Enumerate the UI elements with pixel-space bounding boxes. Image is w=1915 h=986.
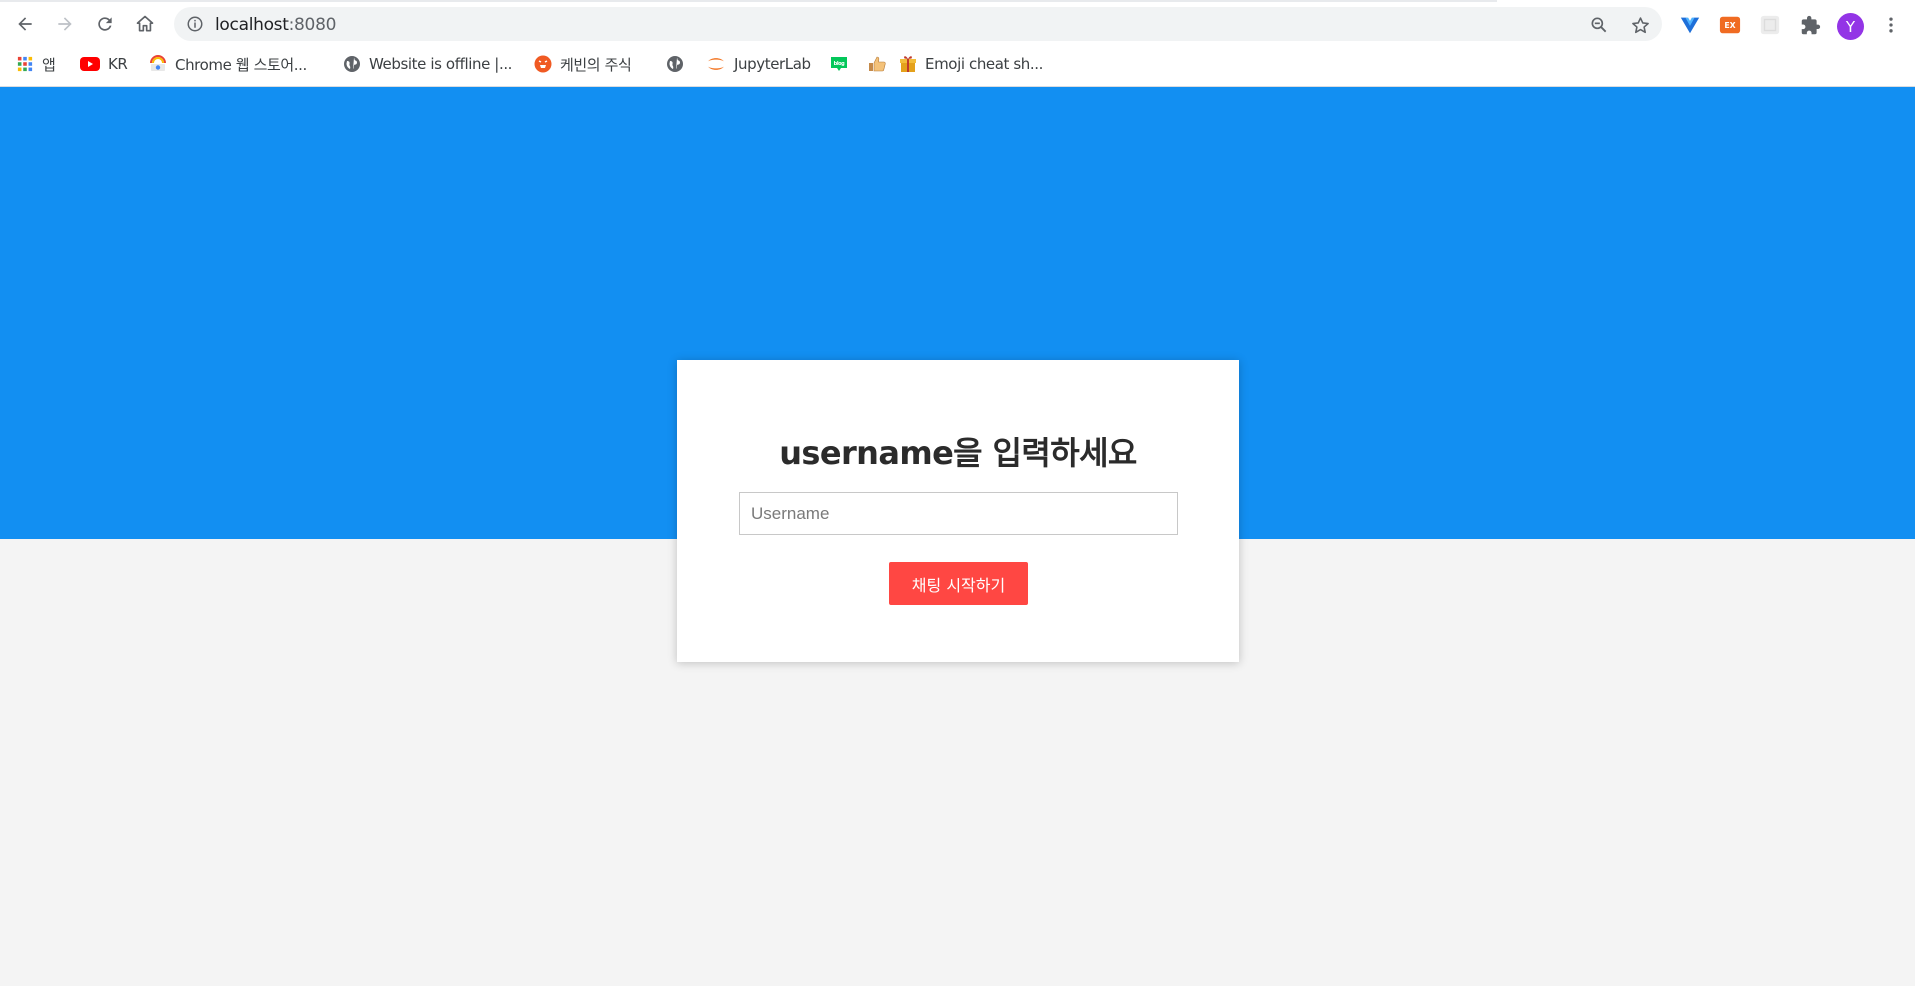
blank-extension[interactable] <box>1758 13 1782 37</box>
bookmark-thumbs-up[interactable] <box>868 53 894 75</box>
bookmark-apps[interactable]: 앱 <box>16 53 56 75</box>
username-card: username을 입력하세요 채팅 시작하기 <box>677 360 1239 662</box>
bookmark-globe[interactable] <box>666 53 692 75</box>
bookmark-blog[interactable]: blog <box>829 53 857 75</box>
bookmark-chrome-web-store[interactable]: Chrome 웹 스토어... <box>149 53 307 75</box>
bookmark-label: KR <box>108 55 128 73</box>
forward-button[interactable] <box>52 11 78 37</box>
browser-toolbar: localhost:8080 EX Y <box>0 4 1915 44</box>
blog-icon: blog <box>829 55 849 73</box>
url-text: localhost:8080 <box>215 15 336 35</box>
bookmark-label: 케빈의 주식 <box>560 55 632 74</box>
thumbs-up-icon <box>868 55 886 73</box>
zoom-button[interactable] <box>1588 14 1610 36</box>
browser-chrome: localhost:8080 EX Y 앱 KR Chrome 웹 스토어...… <box>0 0 1915 87</box>
url-port: :8080 <box>288 15 337 35</box>
bookmark-youtube-kr[interactable]: KR <box>80 53 128 75</box>
browser-menu-button[interactable] <box>1879 13 1903 37</box>
bookmarks-bar: 앱 KR Chrome 웹 스토어... Website is offline … <box>0 49 1915 79</box>
ex-extension-icon: EX <box>1719 16 1741 34</box>
bookmark-emoji-cheat-sheet[interactable]: Emoji cheat sh... <box>899 53 1043 75</box>
home-button[interactable] <box>132 11 158 37</box>
bookmark-label: Chrome 웹 스토어... <box>175 55 307 74</box>
svg-text:EX: EX <box>1724 21 1735 30</box>
youtube-icon <box>80 55 100 73</box>
username-input[interactable] <box>739 492 1178 535</box>
jupyter-icon <box>706 55 726 73</box>
svg-text:blog: blog <box>834 61 846 67</box>
star-icon <box>1631 16 1649 33</box>
back-button[interactable] <box>12 11 38 37</box>
arrow-left-icon <box>18 17 32 31</box>
blank-extension-icon <box>1760 15 1780 35</box>
page-title: username을 입력하세요 <box>779 434 1137 472</box>
orange-site-icon <box>534 55 552 73</box>
chrome-web-store-icon <box>149 55 167 73</box>
globe-icon <box>343 55 361 73</box>
bookmark-label: JupyterLab <box>734 55 811 73</box>
bookmark-label: Website is offline |... <box>369 55 513 73</box>
page-content: username을 입력하세요 채팅 시작하기 <box>0 87 1915 986</box>
profile-avatar[interactable]: Y <box>1837 13 1864 40</box>
vue-devtools-icon <box>1680 17 1700 34</box>
loading-bar <box>0 0 1497 2</box>
home-icon <box>136 15 154 32</box>
avatar-initial: Y <box>1845 17 1856 36</box>
bookmark-website-offline[interactable]: Website is offline |... <box>343 53 512 75</box>
more-vert-icon <box>1889 17 1893 33</box>
bookmark-label: 앱 <box>42 55 56 74</box>
puzzle-icon <box>1801 15 1820 34</box>
apps-grid-icon <box>16 55 34 73</box>
arrow-right-icon <box>58 17 72 31</box>
ex-extension[interactable]: EX <box>1718 13 1742 37</box>
reload-icon <box>98 17 112 31</box>
address-bar[interactable]: localhost:8080 <box>174 7 1662 41</box>
reload-button[interactable] <box>92 11 118 37</box>
url-host: localhost <box>215 15 289 35</box>
gift-icon <box>899 55 917 73</box>
bookmark-jupyterlab[interactable]: JupyterLab <box>706 53 811 75</box>
globe-icon <box>666 55 684 73</box>
info-icon[interactable] <box>186 15 204 33</box>
bookmark-kevin-stock[interactable]: 케빈의 주식 <box>534 53 632 75</box>
start-chat-button[interactable]: 채팅 시작하기 <box>889 562 1028 605</box>
bookmark-star-button[interactable] <box>1629 14 1651 36</box>
bookmark-label: Emoji cheat sh... <box>925 55 1044 73</box>
zoom-out-icon <box>1591 17 1607 33</box>
vue-devtools-extension[interactable] <box>1678 13 1702 37</box>
extensions-button[interactable] <box>1798 13 1822 37</box>
